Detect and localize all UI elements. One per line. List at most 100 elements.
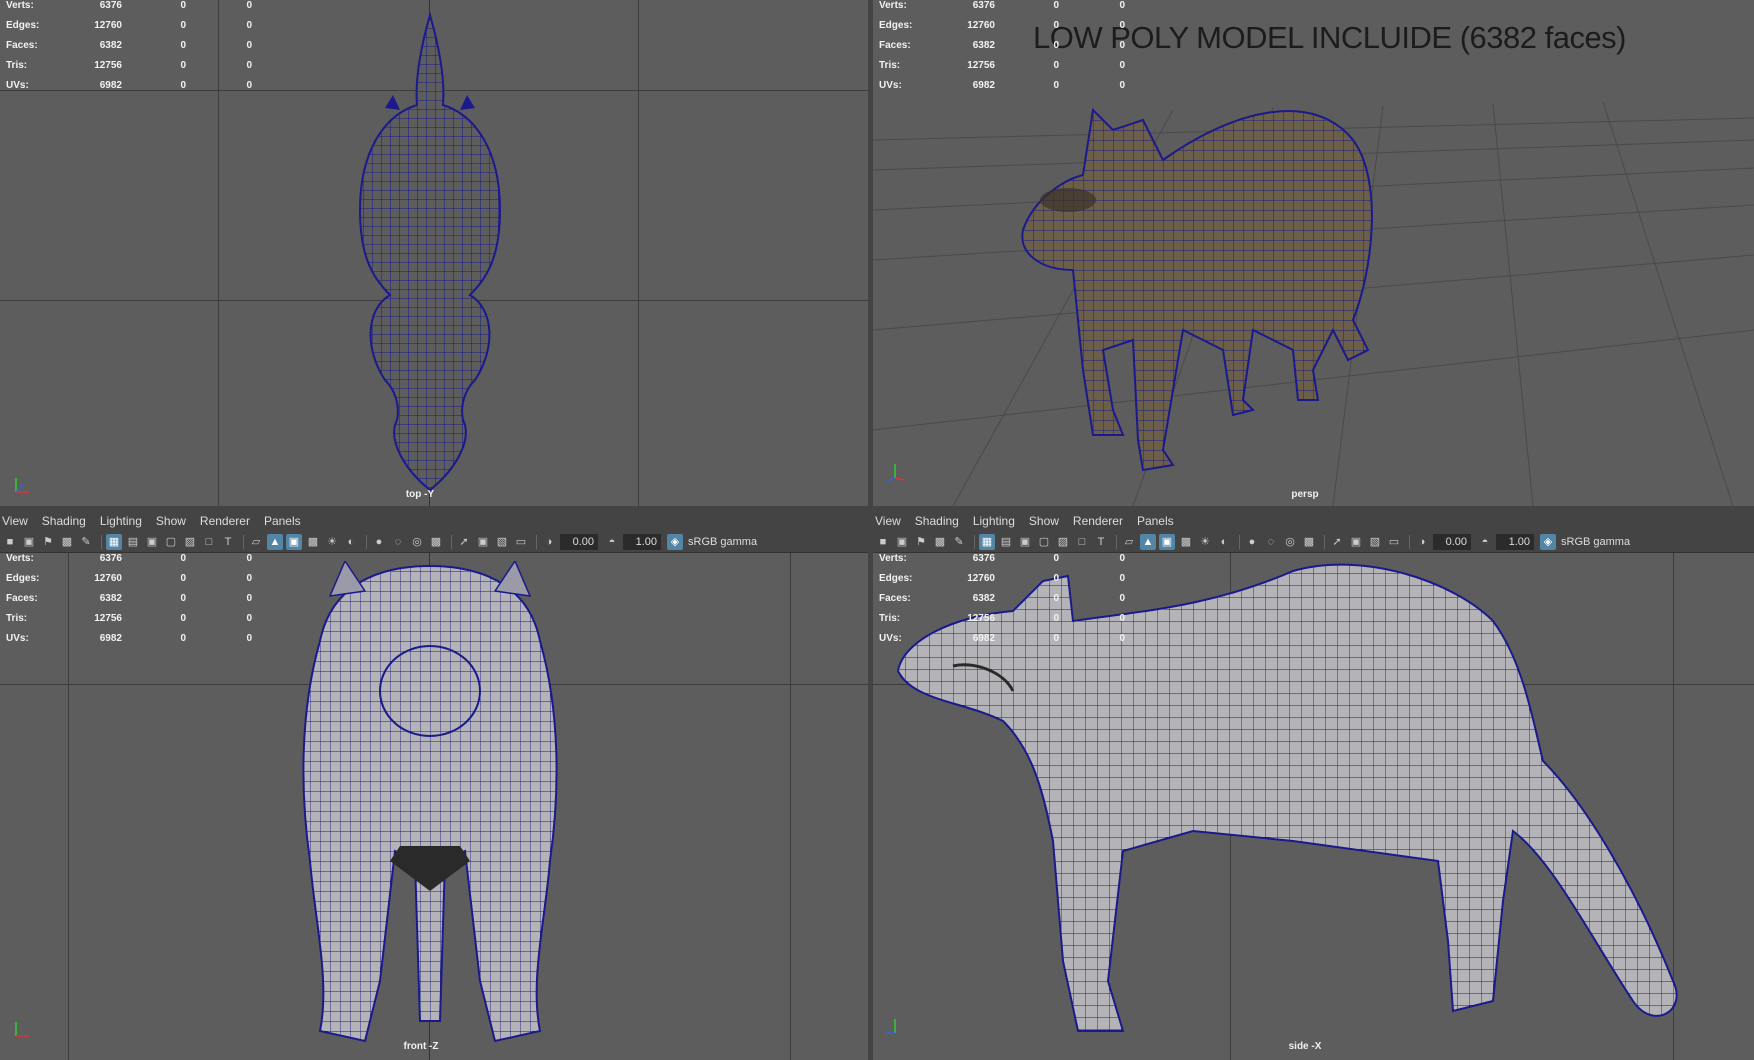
- bookmark-icon[interactable]: ⚑: [913, 534, 929, 550]
- film-gate-icon[interactable]: ▤: [125, 534, 141, 550]
- stats-row-uvs: UVs: 6982 0 0: [879, 633, 1125, 644]
- textured-icon[interactable]: ▩: [1178, 534, 1194, 550]
- xray-icon[interactable]: ▣: [475, 534, 491, 550]
- stats-row-tris: Tris: 12756 0 0: [6, 613, 252, 624]
- gamma-icon[interactable]: ◓: [1477, 534, 1493, 550]
- pencil-icon[interactable]: ✎: [78, 534, 94, 550]
- menu-view[interactable]: View: [875, 514, 901, 528]
- isolate-select-icon[interactable]: ➚: [1329, 534, 1345, 550]
- grid-line: [790, 553, 791, 1060]
- gamma-field[interactable]: 1.00: [623, 533, 661, 550]
- exposure-icon[interactable]: ◑: [541, 534, 557, 550]
- toolbar-separator: [243, 534, 244, 549]
- color-management-icon[interactable]: ◈: [1540, 533, 1556, 550]
- select-camera-icon[interactable]: ■: [875, 534, 891, 550]
- menu-shading[interactable]: Shading: [915, 514, 959, 528]
- depth-of-field-icon[interactable]: ▩: [1301, 534, 1317, 550]
- ambient-occlusion-icon[interactable]: ●: [371, 534, 387, 550]
- camera-attributes-icon[interactable]: ▣: [894, 534, 910, 550]
- menu-panels[interactable]: Panels: [1137, 514, 1174, 528]
- menu-renderer[interactable]: Renderer: [1073, 514, 1123, 528]
- color-space-label[interactable]: sRGB gamma: [1561, 536, 1630, 548]
- menu-view[interactable]: View: [2, 514, 28, 528]
- menu-lighting[interactable]: Lighting: [100, 514, 142, 528]
- stats-row-faces: Faces: 6382 0 0: [879, 593, 1125, 604]
- menu-show[interactable]: Show: [1029, 514, 1059, 528]
- ambient-occlusion-icon[interactable]: ●: [1244, 534, 1260, 550]
- textured-icon[interactable]: ▩: [305, 534, 321, 550]
- menu-lighting[interactable]: Lighting: [973, 514, 1015, 528]
- exposure-icon[interactable]: ◑: [1414, 534, 1430, 550]
- bookmark-icon[interactable]: ⚑: [40, 534, 56, 550]
- grid-icon[interactable]: ▦: [979, 533, 995, 550]
- select-camera-icon[interactable]: ■: [2, 534, 18, 550]
- smooth-shade-icon[interactable]: ▲: [1140, 533, 1156, 550]
- camera-attributes-icon[interactable]: ▣: [21, 534, 37, 550]
- safe-title-icon[interactable]: T: [1093, 534, 1109, 550]
- depth-of-field-icon[interactable]: ▩: [428, 534, 444, 550]
- resolution-gate-icon[interactable]: ▣: [1017, 534, 1033, 550]
- stats-row-faces: Faces: 6382 0 0: [879, 40, 1125, 51]
- toolbar-separator: [974, 534, 975, 549]
- camera-label: persp: [1291, 489, 1319, 500]
- toolbar-separator: [1409, 534, 1410, 549]
- color-management-icon[interactable]: ◈: [667, 533, 683, 550]
- raccoon-top-wireframe[interactable]: [345, 10, 515, 500]
- resolution-gate-icon[interactable]: ▣: [144, 534, 160, 550]
- gate-mask-icon[interactable]: ▢: [1036, 534, 1052, 550]
- viewport-side[interactable]: View Shading Lighting Show Renderer Pane…: [873, 511, 1754, 1060]
- xray-components-icon[interactable]: ▭: [1386, 534, 1402, 550]
- toolbar-separator: [1239, 534, 1240, 549]
- raccoon-persp-textured[interactable]: [1013, 70, 1393, 490]
- raccoon-front-wireframe[interactable]: [290, 561, 570, 1051]
- image-plane-icon[interactable]: ▩: [932, 534, 948, 550]
- shadows-icon[interactable]: ◐: [343, 534, 359, 550]
- xray-components-icon[interactable]: ▭: [513, 534, 529, 550]
- gamma-icon[interactable]: ◓: [604, 534, 620, 550]
- stats-row-tris: Tris: 12756 0 0: [879, 60, 1125, 71]
- xray-icon[interactable]: ▣: [1348, 534, 1364, 550]
- anti-alias-icon[interactable]: ◎: [1282, 534, 1298, 550]
- menu-shading[interactable]: Shading: [42, 514, 86, 528]
- safe-action-icon[interactable]: □: [201, 534, 217, 550]
- image-plane-icon[interactable]: ▩: [59, 534, 75, 550]
- film-gate-icon[interactable]: ▤: [998, 534, 1014, 550]
- smooth-shade-icon[interactable]: ▲: [267, 533, 283, 550]
- anti-alias-icon[interactable]: ◎: [409, 534, 425, 550]
- panel-menubar: View Shading Lighting Show Renderer Pane…: [0, 511, 868, 531]
- gate-mask-icon[interactable]: ▢: [163, 534, 179, 550]
- menu-show[interactable]: Show: [156, 514, 186, 528]
- wireframe-on-shaded-icon[interactable]: ▣: [286, 533, 302, 550]
- xray-joints-icon[interactable]: ▧: [494, 534, 510, 550]
- field-chart-icon[interactable]: ▨: [182, 534, 198, 550]
- field-chart-icon[interactable]: ▨: [1055, 534, 1071, 550]
- safe-action-icon[interactable]: □: [1074, 534, 1090, 550]
- wireframe-on-shaded-icon[interactable]: ▣: [1159, 533, 1175, 550]
- shadows-icon[interactable]: ◐: [1216, 534, 1232, 550]
- color-space-label[interactable]: sRGB gamma: [688, 536, 757, 548]
- isolate-select-icon[interactable]: ➚: [456, 534, 472, 550]
- safe-title-icon[interactable]: T: [220, 534, 236, 550]
- menu-renderer[interactable]: Renderer: [200, 514, 250, 528]
- wireframe-icon[interactable]: ▱: [1121, 534, 1137, 550]
- xray-joints-icon[interactable]: ▧: [1367, 534, 1383, 550]
- gamma-field[interactable]: 1.00: [1496, 533, 1534, 550]
- toolbar-separator: [451, 534, 452, 549]
- poly-count-hud: Verts: 6376 0 0 Edges: 12760 0 0 Faces: 6382 0 0 …: [873, 0, 1133, 96]
- lights-icon[interactable]: ☀: [1197, 534, 1213, 550]
- stats-row-verts: Verts: 6376 0 0: [6, 0, 252, 11]
- viewport-persp[interactable]: LOW POLY MODEL INCLUIDE (6382 faces) per…: [873, 0, 1754, 506]
- menu-panels[interactable]: Panels: [264, 514, 301, 528]
- pencil-icon[interactable]: ✎: [951, 534, 967, 550]
- motion-blur-icon[interactable]: ◌: [390, 534, 406, 550]
- wireframe-icon[interactable]: ▱: [248, 534, 264, 550]
- viewport-top[interactable]: top -Y Verts: 6376 0 0 Edges: 12760 0 0 Faces:…: [0, 0, 868, 506]
- grid-line: [638, 0, 639, 506]
- viewport-front[interactable]: View Shading Lighting Show Renderer Pane…: [0, 511, 868, 1060]
- grid-icon[interactable]: ▦: [106, 533, 122, 550]
- motion-blur-icon[interactable]: ◌: [1263, 534, 1279, 550]
- exposure-field[interactable]: 0.00: [1433, 533, 1471, 550]
- lights-icon[interactable]: ☀: [324, 534, 340, 550]
- stats-row-verts: Verts: 6376 0 0: [6, 553, 252, 564]
- exposure-field[interactable]: 0.00: [560, 533, 598, 550]
